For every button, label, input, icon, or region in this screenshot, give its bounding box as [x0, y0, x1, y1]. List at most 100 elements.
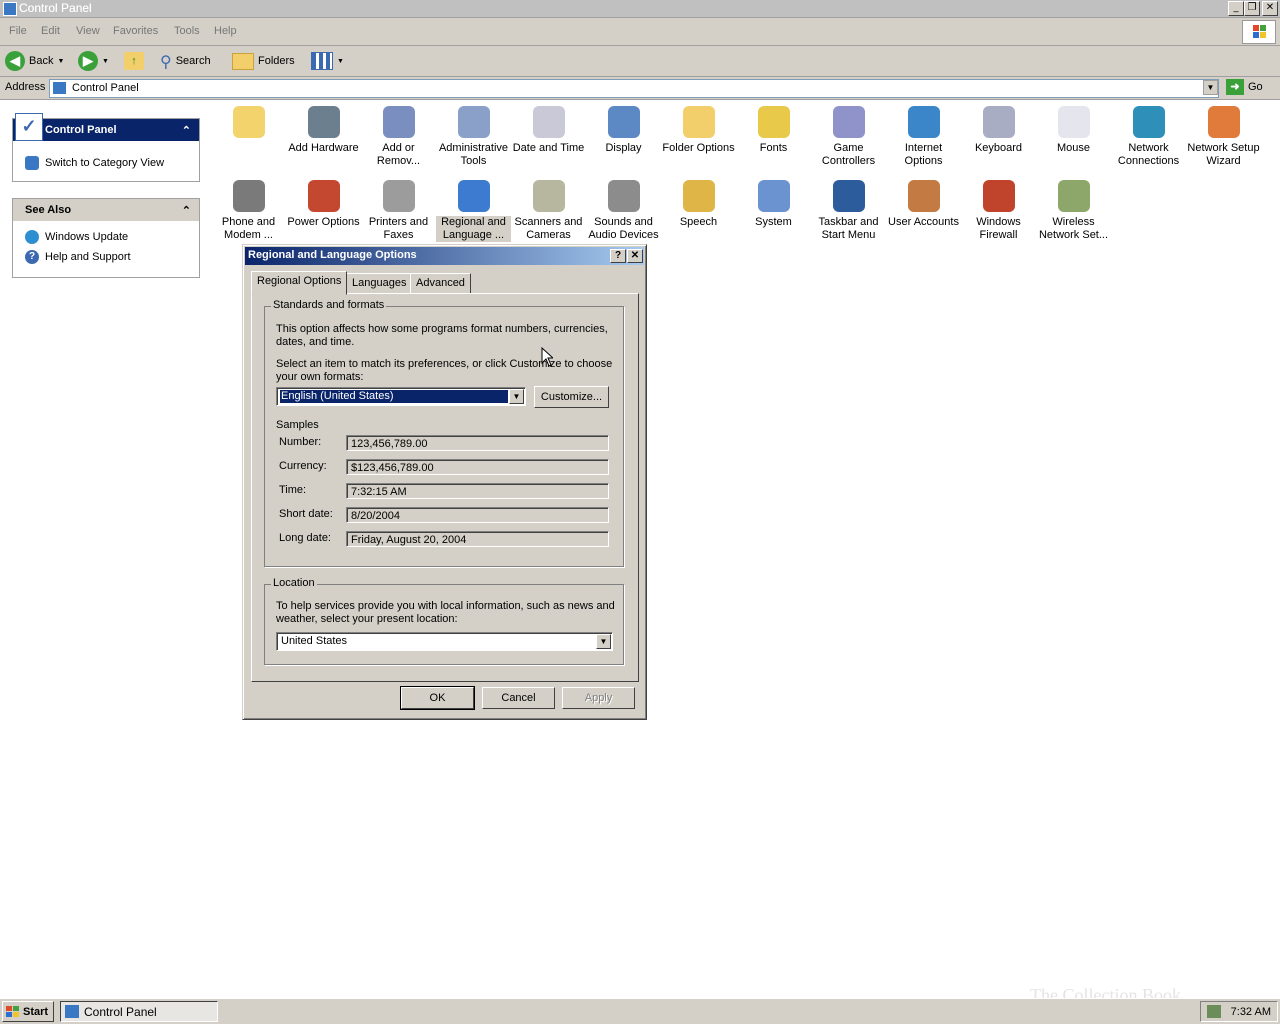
forward-button[interactable]: ▶ ▼ — [78, 50, 109, 72]
tray-network-icon[interactable] — [1206, 1005, 1221, 1018]
network-setup-wizard-icon — [1207, 106, 1240, 138]
address-field[interactable]: Control Panel ▼ — [49, 79, 1219, 98]
folders-button[interactable]: Folders — [232, 50, 295, 72]
folder-options-icon — [682, 106, 715, 138]
sample-value-field: 123,456,789.00 — [346, 435, 609, 451]
cp-item-regional-and-language[interactable]: Regional and Language ... — [436, 180, 511, 242]
cp-item-game-controllers[interactable]: Game Controllers — [811, 106, 886, 168]
taskbar-and-start-menu-icon — [832, 180, 865, 212]
cp-item-label: Wireless Network Set... — [1038, 216, 1109, 241]
views-button[interactable]: ▼ — [311, 50, 344, 72]
dialog-close-button[interactable]: ✕ — [627, 249, 643, 263]
regional-language-dialog: Regional and Language Options ? ✕ Region… — [242, 244, 647, 720]
search-icon: ⚲ — [160, 51, 172, 71]
mouse-icon — [1057, 106, 1090, 138]
cp-item-mouse[interactable]: Mouse — [1036, 106, 1111, 155]
help-button[interactable]: ? — [610, 249, 626, 263]
cp-item-folder[interactable] — [211, 106, 286, 142]
location-description: To help services provide you with local … — [276, 600, 615, 625]
cp-item-label: Network Connections — [1117, 142, 1180, 167]
window-title-bar[interactable]: Control Panel _ ❐ ✕ — [0, 0, 1280, 18]
cp-item-date-and-time[interactable]: Date and Time — [511, 106, 586, 155]
cancel-button[interactable]: Cancel — [482, 687, 555, 709]
up-folder-button[interactable]: ↑ — [124, 50, 144, 72]
tab-languages[interactable]: Languages — [346, 273, 413, 294]
windows-flag-icon — [6, 1005, 19, 1017]
collapse-chevron-icon[interactable]: ⌃ — [182, 124, 191, 137]
samples-label: Samples — [276, 419, 319, 431]
customize-button[interactable]: Customize... — [534, 386, 609, 408]
cp-item-label: Regional and Language ... — [436, 216, 511, 242]
start-button[interactable]: Start — [2, 1001, 54, 1022]
help-and-support-link[interactable]: ? Help and Support — [13, 247, 199, 267]
cp-item-user-accounts[interactable]: User Accounts — [886, 180, 961, 229]
cp-item-speech[interactable]: Speech — [661, 180, 736, 229]
cp-item-wireless-network-set[interactable]: Wireless Network Set... — [1036, 180, 1111, 242]
cp-item-sounds-and-audio-devices[interactable]: Sounds and Audio Devices — [586, 180, 661, 242]
dropdown-arrow-icon[interactable]: ▼ — [596, 634, 611, 649]
menu-edit[interactable]: Edit — [41, 25, 60, 37]
dialog-title-bar[interactable]: Regional and Language Options ? ✕ — [245, 247, 644, 265]
add-or-remov-icon — [382, 106, 415, 138]
scanners-and-cameras-icon — [532, 180, 565, 212]
cp-item-phone-and-modem[interactable]: Phone and Modem ... — [211, 180, 286, 242]
close-button[interactable]: ✕ — [1262, 1, 1278, 16]
cp-item-power-options[interactable]: Power Options — [286, 180, 361, 229]
cp-item-label: Windows Firewall — [976, 216, 1021, 241]
taskbar-control-panel-button[interactable]: Control Panel — [60, 1001, 218, 1022]
taskbar: Start Control Panel 7:32 AM — [0, 998, 1280, 1024]
apply-button[interactable]: Apply — [562, 687, 635, 709]
cp-item-keyboard[interactable]: Keyboard — [961, 106, 1036, 155]
collapse-chevron-icon[interactable]: ⌃ — [182, 204, 191, 217]
location-select[interactable]: United States ▼ — [276, 632, 613, 651]
menu-file[interactable]: File — [9, 25, 27, 37]
menu-tools[interactable]: Tools — [174, 25, 200, 37]
cp-item-taskbar-and-start-menu[interactable]: Taskbar and Start Menu — [811, 180, 886, 242]
fonts-icon — [757, 106, 790, 138]
cp-item-fonts[interactable]: Fonts — [736, 106, 811, 155]
power-options-icon — [307, 180, 340, 212]
ok-button[interactable]: OK — [400, 686, 475, 710]
cp-item-windows-firewall[interactable]: Windows Firewall — [961, 180, 1036, 242]
menu-help[interactable]: Help — [214, 25, 237, 37]
menu-view[interactable]: View — [76, 25, 100, 37]
maximize-button[interactable]: ❐ — [1244, 1, 1260, 16]
cp-item-administrative-tools[interactable]: Administrative Tools — [436, 106, 511, 168]
dropdown-arrow-icon[interactable]: ▼ — [102, 58, 109, 65]
internet-options-icon — [907, 106, 940, 138]
cp-item-scanners-and-cameras[interactable]: Scanners and Cameras — [511, 180, 586, 242]
dropdown-arrow-icon[interactable]: ▼ — [337, 58, 344, 65]
cp-item-network-connections[interactable]: Network Connections — [1111, 106, 1186, 168]
cp-item-add-or-remov[interactable]: Add or Remov... — [361, 106, 436, 168]
tab-regional-options[interactable]: Regional Options — [251, 271, 348, 295]
cp-item-internet-options[interactable]: Internet Options — [886, 106, 961, 168]
dropdown-arrow-icon[interactable]: ▼ — [57, 58, 64, 65]
clock[interactable]: 7:32 AM — [1231, 1006, 1271, 1018]
back-button[interactable]: ◀ Back ▼ — [5, 50, 64, 72]
cp-item-folder-options[interactable]: Folder Options — [661, 106, 736, 155]
cp-item-label: Internet Options — [904, 142, 943, 167]
tab-advanced[interactable]: Advanced — [410, 273, 471, 294]
switch-category-view-label: Switch to Category View — [45, 157, 165, 169]
address-value: Control Panel — [72, 82, 139, 94]
address-dropdown-button[interactable]: ▼ — [1203, 80, 1218, 95]
standards-formats-group: Standards and formats This option affect… — [264, 299, 624, 567]
see-also-header[interactable]: See Also ⌃ — [13, 199, 199, 221]
dropdown-arrow-icon[interactable]: ▼ — [509, 389, 524, 404]
minimize-button[interactable]: _ — [1228, 1, 1244, 16]
switch-category-view-link[interactable]: Switch to Category View — [13, 153, 199, 173]
menu-favorites[interactable]: Favorites — [113, 25, 158, 37]
go-button[interactable]: ➜ Go — [1226, 79, 1263, 95]
control-panel-icon — [53, 82, 66, 94]
cp-item-system[interactable]: System — [736, 180, 811, 229]
format-select[interactable]: English (United States) ▼ — [276, 387, 526, 406]
windows-update-link[interactable]: Windows Update — [13, 227, 199, 247]
cp-item-printers-and-faxes[interactable]: Printers and Faxes — [361, 180, 436, 242]
dialog-title: Regional and Language Options — [248, 249, 417, 261]
cp-item-display[interactable]: Display — [586, 106, 661, 155]
cp-item-network-setup-wizard[interactable]: Network Setup Wizard — [1186, 106, 1261, 168]
pane-title: Control Panel — [45, 124, 117, 136]
folders-label: Folders — [258, 55, 295, 67]
cp-item-add-hardware[interactable]: Add Hardware — [286, 106, 361, 155]
search-button[interactable]: ⚲ Search — [160, 50, 211, 72]
